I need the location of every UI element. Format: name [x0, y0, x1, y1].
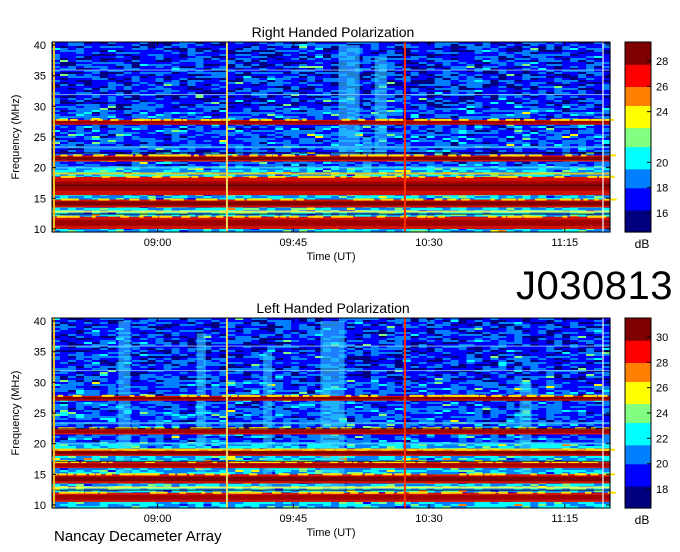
- y-tick-label: 40: [34, 316, 46, 328]
- x-tick-label: 09:00: [144, 237, 172, 249]
- colorbar-tick-label: 22: [656, 433, 668, 445]
- colorbar-tick-label: 26: [656, 383, 668, 395]
- colorbar-tick-label: 18: [656, 183, 668, 195]
- y-tick-label: 10: [34, 500, 46, 512]
- colorbar-tick-label: 20: [656, 459, 668, 471]
- x-axis-label: Time (UT): [306, 527, 355, 539]
- colorbar-tick-label: 20: [656, 157, 668, 169]
- x-tick-label: 11:15: [551, 513, 578, 525]
- spectrogram-panel-lhp: 10 15 20 25 30 35 40 09:00 09:45 10:30 11:15 Time (…: [10, 316, 668, 539]
- y-axis-label: Frequency (MHz): [10, 371, 22, 456]
- y-tick-label: 30: [34, 101, 46, 113]
- y-tick-label: 25: [34, 132, 46, 144]
- x-tick-label: 11:15: [551, 237, 578, 249]
- colorbar-tick-label: 30: [656, 332, 668, 344]
- x-tick-label: 09:45: [280, 237, 308, 249]
- colorbar-tick-label: 18: [656, 484, 668, 496]
- x-tick-label: 10:30: [415, 237, 443, 249]
- y-tick-label: 20: [34, 439, 46, 451]
- colorbar-label: dB: [635, 237, 650, 251]
- x-tick-label: 09:00: [144, 513, 172, 525]
- colorbar-tick-label: 26: [656, 81, 668, 93]
- colorbar-tick-label: 24: [656, 408, 668, 420]
- colorbar-tick-label: 28: [656, 357, 668, 369]
- y-tick-label: 40: [34, 40, 46, 52]
- y-axis-label: Frequency (MHz): [10, 95, 22, 180]
- y-tick-label: 10: [34, 224, 46, 236]
- y-tick-label: 30: [34, 377, 46, 389]
- colorbar-tick-label: 28: [656, 56, 668, 68]
- x-tick-label: 09:45: [280, 513, 308, 525]
- y-tick-label: 20: [34, 163, 46, 175]
- colorbar-tick-label: 24: [656, 107, 668, 119]
- spectrogram-panel-rhp: 10 15 20 25 30 35 40 09:00 09:45 10:30 11:15 Time (…: [10, 40, 668, 263]
- colorbar-tick-label: 16: [656, 208, 668, 220]
- y-tick-label: 15: [34, 469, 46, 481]
- y-tick-label: 15: [34, 193, 46, 205]
- x-axis-label: Time (UT): [306, 251, 355, 263]
- y-tick-label: 25: [34, 408, 46, 420]
- colorbar-label: dB: [635, 513, 650, 527]
- y-tick-label: 35: [34, 347, 46, 359]
- y-tick-label: 35: [34, 71, 46, 83]
- x-tick-label: 10:30: [415, 513, 443, 525]
